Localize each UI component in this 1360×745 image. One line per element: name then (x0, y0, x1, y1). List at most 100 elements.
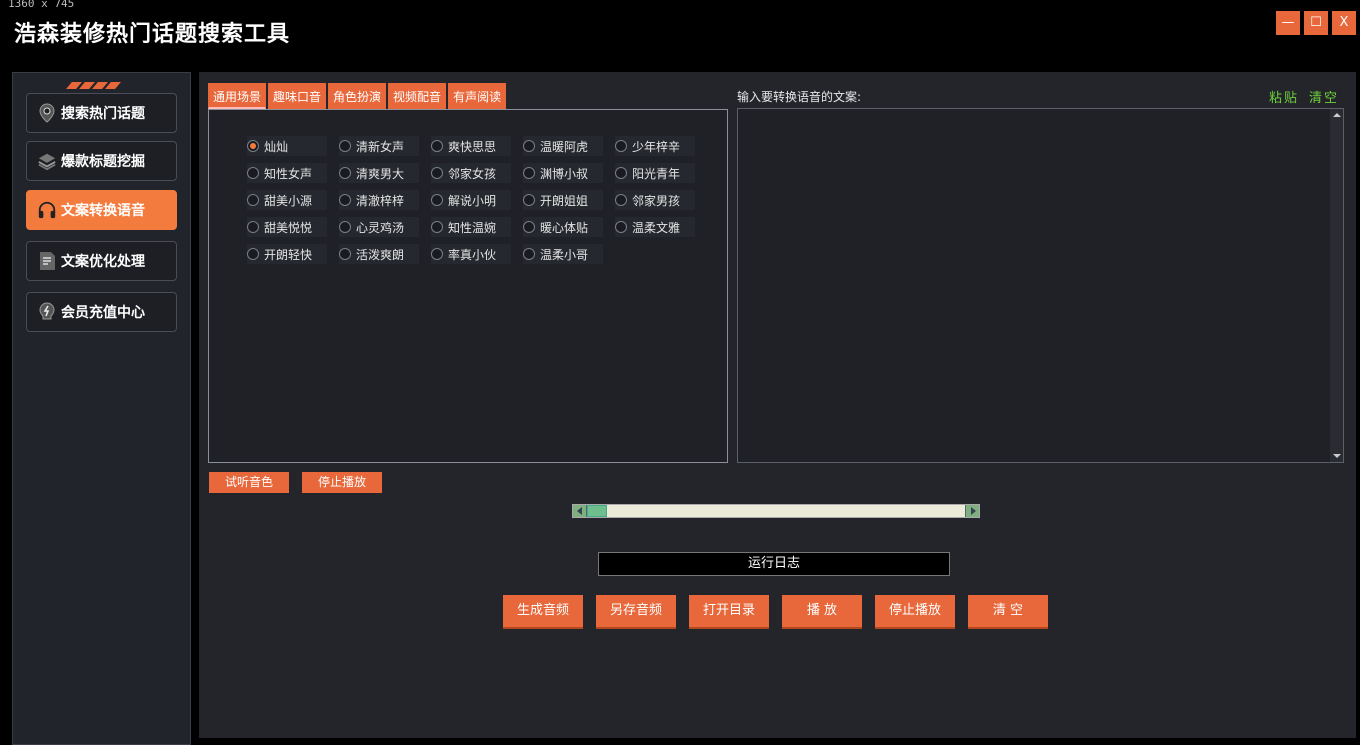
tab-fun-accent[interactable]: 趣味口音 (268, 83, 327, 109)
voice-option[interactable]: 开朗姐姐 (523, 190, 603, 210)
voice-option-label: 知性女声 (264, 166, 313, 181)
voice-option-label: 阳光青年 (632, 166, 681, 181)
voice-option[interactable]: 温柔文雅 (615, 217, 695, 237)
radio-button-icon[interactable] (339, 140, 351, 152)
voice-selection-panel: 灿灿 清新女声 爽快思思 温暖阿虎 少年梓辛知性女声 清爽男大 邻家女孩 渊博小叔 阳光青年甜美… (208, 109, 728, 463)
radio-button-icon[interactable] (339, 248, 351, 260)
radio-button-icon[interactable] (431, 140, 443, 152)
play-button[interactable]: 播 放 (782, 595, 862, 627)
maximize-button[interactable]: ☐ (1304, 11, 1328, 35)
stop-preview-button[interactable]: 停止播放 (302, 472, 382, 493)
progress-right-arrow-icon[interactable] (965, 505, 979, 517)
text-input-area[interactable] (737, 108, 1344, 463)
voice-option[interactable]: 温暖阿虎 (523, 136, 603, 156)
clear-text-button[interactable]: 清空 (1309, 87, 1339, 106)
radio-button-icon[interactable] (431, 194, 443, 206)
radio-button-icon[interactable] (339, 194, 351, 206)
scroll-up-icon[interactable] (1333, 113, 1341, 117)
voice-option[interactable]: 清爽男大 (339, 163, 419, 183)
radio-button-icon[interactable] (247, 248, 259, 260)
voice-option-label: 清澈梓梓 (356, 193, 405, 208)
voice-option-label: 温暖阿虎 (540, 139, 589, 154)
voice-option[interactable]: 活泼爽朗 (339, 244, 419, 264)
voice-option-label: 率真小伙 (448, 247, 497, 262)
scroll-down-icon[interactable] (1333, 454, 1341, 458)
voice-option[interactable]: 知性女声 (247, 163, 327, 183)
sidebar-item-membership[interactable]: 会员充值中心 (26, 292, 177, 332)
radio-button-icon[interactable] (339, 221, 351, 233)
radio-button-icon[interactable] (247, 167, 259, 179)
close-button[interactable]: X (1332, 11, 1356, 35)
lightning-bulb-icon (37, 302, 57, 322)
voice-option[interactable]: 温柔小哥 (523, 244, 603, 264)
preview-voice-button[interactable]: 试听音色 (209, 472, 289, 493)
radio-button-icon[interactable] (431, 248, 443, 260)
radio-button-icon[interactable] (247, 221, 259, 233)
playback-progress-bar[interactable] (572, 504, 980, 518)
voice-option[interactable]: 阳光青年 (615, 163, 695, 183)
radio-button-icon[interactable] (523, 167, 535, 179)
tab-general[interactable]: 通用场景 (208, 83, 267, 109)
text-scrollbar[interactable] (1330, 109, 1343, 462)
voice-option[interactable]: 少年梓辛 (615, 136, 695, 156)
progress-thumb[interactable] (587, 505, 607, 517)
minimize-button[interactable]: — (1276, 11, 1300, 35)
voice-option-label: 知性温婉 (448, 220, 497, 235)
radio-button-icon[interactable] (615, 167, 627, 179)
voice-option[interactable]: 灿灿 (247, 136, 327, 156)
open-folder-button[interactable]: 打开目录 (689, 595, 769, 627)
voice-option[interactable]: 邻家女孩 (431, 163, 511, 183)
voice-option-label: 灿灿 (264, 139, 289, 154)
save-audio-as-button[interactable]: 另存音频 (596, 595, 676, 627)
voice-option[interactable]: 心灵鸡汤 (339, 217, 419, 237)
voice-option[interactable]: 解说小明 (431, 190, 511, 210)
radio-button-icon[interactable] (247, 194, 259, 206)
radio-button-icon[interactable] (431, 221, 443, 233)
stop-playback-button[interactable]: 停止播放 (875, 595, 955, 627)
tab-video-dub[interactable]: 视频配音 (388, 83, 447, 109)
tab-audiobook[interactable]: 有声阅读 (448, 83, 507, 109)
radio-button-icon[interactable] (523, 248, 535, 260)
clear-all-button[interactable]: 清 空 (968, 595, 1048, 627)
voice-option-label: 温柔文雅 (632, 220, 681, 235)
main-panel: 通用场景 趣味口音 角色扮演 视频配音 有声阅读 灿灿 清新女声 爽快思思 温暖阿虎 少… (199, 72, 1356, 738)
radio-button-icon[interactable] (523, 140, 535, 152)
sidebar-item-search-topics[interactable]: 搜索热门话题 (26, 93, 177, 133)
screen-size-label: 1360 x 745 (8, 0, 75, 10)
app-title: 浩森装修热门话题搜索工具 (14, 21, 291, 47)
voice-option-label: 邻家男孩 (632, 193, 681, 208)
voice-option[interactable]: 渊博小叔 (523, 163, 603, 183)
paste-button[interactable]: 粘贴 (1269, 87, 1299, 106)
radio-button-icon[interactable] (339, 167, 351, 179)
voice-option[interactable]: 知性温婉 (431, 217, 511, 237)
voice-option[interactable]: 爽快思思 (431, 136, 511, 156)
radio-button-icon[interactable] (615, 140, 627, 152)
voice-option[interactable]: 清新女声 (339, 136, 419, 156)
radio-button-icon[interactable] (615, 221, 627, 233)
voice-option[interactable]: 率真小伙 (431, 244, 511, 264)
radio-button-icon[interactable] (523, 221, 535, 233)
sidebar-bottom-decoration (79, 737, 179, 743)
radio-button-icon[interactable] (615, 194, 627, 206)
radio-button-icon[interactable] (523, 194, 535, 206)
tab-role-play[interactable]: 角色扮演 (328, 83, 387, 109)
voice-option-label: 开朗轻快 (264, 247, 313, 262)
voice-option[interactable]: 暖心体贴 (523, 217, 603, 237)
sidebar-item-label: 文案优化处理 (61, 254, 145, 270)
radio-button-icon[interactable] (247, 140, 259, 152)
progress-left-arrow-icon[interactable] (573, 505, 587, 517)
sidebar-item-text-to-speech[interactable]: 文案转换语音 (26, 190, 177, 230)
generate-audio-button[interactable]: 生成音频 (503, 595, 583, 627)
sidebar-item-label: 文案转换语音 (61, 203, 145, 219)
sidebar-item-title-mining[interactable]: 爆款标题挖掘 (26, 141, 177, 181)
voice-option-label: 开朗姐姐 (540, 193, 589, 208)
voice-option[interactable]: 清澈梓梓 (339, 190, 419, 210)
sidebar: 搜索热门话题 爆款标题挖掘 文案转换语音 文案优化处理 会员充值中心 (12, 72, 191, 745)
voice-option[interactable]: 甜美小源 (247, 190, 327, 210)
voice-option[interactable]: 邻家男孩 (615, 190, 695, 210)
radio-button-icon[interactable] (431, 167, 443, 179)
sidebar-item-text-optimize[interactable]: 文案优化处理 (26, 241, 177, 281)
voice-option[interactable]: 开朗轻快 (247, 244, 327, 264)
voice-option-label: 温柔小哥 (540, 247, 589, 262)
voice-option[interactable]: 甜美悦悦 (247, 217, 327, 237)
